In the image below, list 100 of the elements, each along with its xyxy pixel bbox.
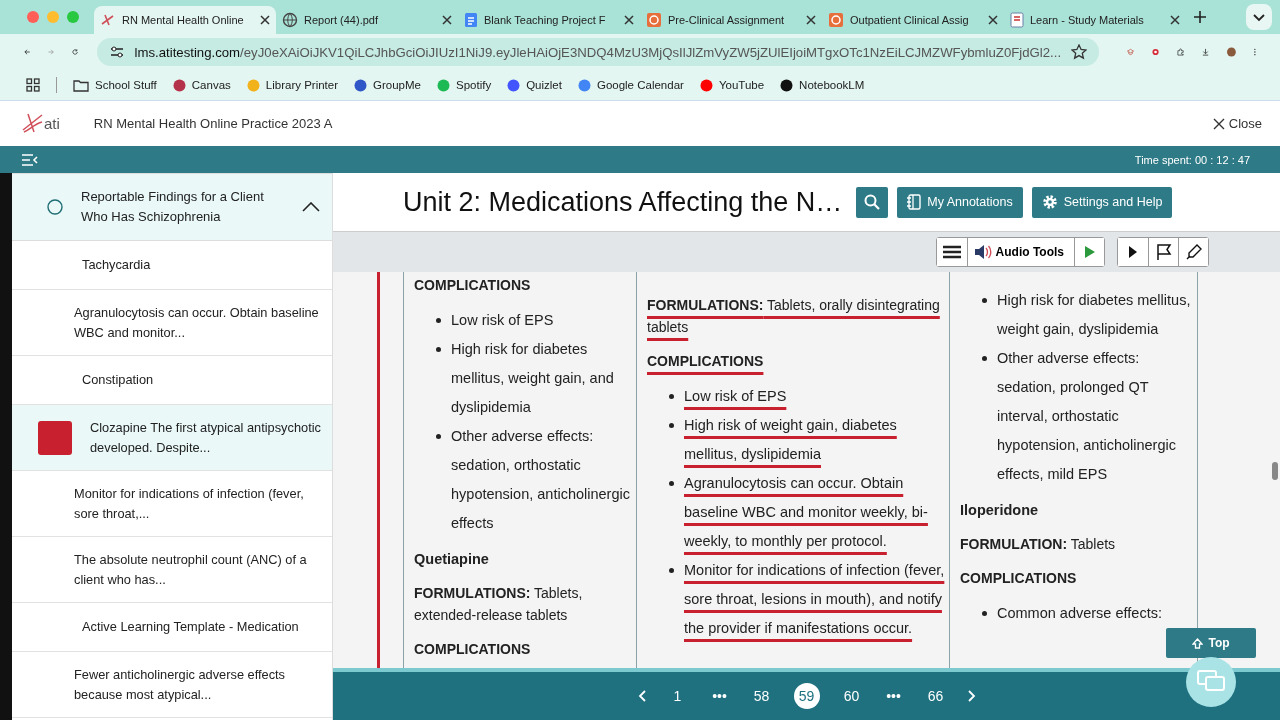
sidebar-item[interactable]: Tachycardia (12, 241, 332, 290)
bullet-icon (982, 298, 987, 303)
bookmark-link[interactable]: Quizlet (526, 79, 562, 91)
section-heading: COMPLICATIONS (960, 569, 1078, 588)
url-text: lms.atitesting.com/eyJ0eXAiOiJKV1QiLCJhbGciOiJIUzI1NiJ9.eyJleHAiOjE3NDQ4MzU3MjQsIlJlZmVyZW5jZUlEIjoiMTgxOTc1NzEiLCJMZWFybmluZ0FjdGl2... (134, 44, 1062, 60)
close-icon[interactable] (806, 15, 816, 25)
star-icon[interactable] (1071, 44, 1088, 60)
page-link[interactable]: ••• (709, 688, 730, 704)
close-icon[interactable] (988, 15, 998, 25)
bookmark-link[interactable]: School Stuff (95, 79, 157, 91)
chat-icon[interactable] (1186, 657, 1236, 707)
menu-icon (942, 245, 961, 259)
bookmark-link[interactable]: NotebookLM (799, 79, 865, 91)
bullet-text: High risk for diabetes mellitus, weight gain, dyslipidemia (997, 291, 1192, 339)
section-title: Reportable Findings for a Client Who Has Schizophrenia (81, 188, 265, 226)
grid-logo-icon (828, 12, 844, 28)
document-icon (464, 12, 478, 28)
search-button[interactable] (856, 186, 889, 218)
address-bar[interactable]: lms.atitesting.com/eyJ0eXAiOiJKV1QiLCJhbGciOiJIUzI1NiJ9.eyJleHAiOjE3NDQ4MzU3MjQsIlJlZmVyZW5jZUlEIjoiMTgxOTc1NzEiLCJMZWFybmluZ0FjdGl2... (96, 38, 1100, 66)
site-icon (354, 78, 368, 92)
annotations-button[interactable]: My Annotations (897, 186, 1023, 218)
close-icon[interactable] (624, 15, 634, 25)
close-icon[interactable] (442, 15, 452, 25)
bullet-icon (669, 394, 674, 399)
flag-icon (1155, 244, 1172, 260)
next-page-icon[interactable] (967, 690, 976, 702)
bullet-text: Other adverse effects: sedation, prolonged QT interval, orthostatic hypotension, anticholinergic effects, mild EPS (997, 349, 1177, 484)
page-link[interactable]: ••• (883, 688, 904, 704)
bullet-text: Low risk of EPS (451, 311, 554, 330)
close-button[interactable]: Close (1206, 115, 1268, 132)
close-icon[interactable] (260, 15, 270, 25)
section-heading: COMPLICATIONS (414, 276, 532, 295)
site-info-icon[interactable] (108, 45, 125, 59)
sidebar-item[interactable]: Active Learning Template - Medication (12, 603, 332, 652)
speaker-icon (973, 244, 992, 260)
site-icon (507, 78, 521, 92)
close-icon[interactable] (1170, 15, 1180, 25)
formulation-text: FORMULATIONS: Tablets, orally disintegrating tablets (647, 296, 941, 337)
page-link[interactable]: 60 (841, 688, 862, 704)
settings-button[interactable]: Settings and Help (1031, 186, 1173, 218)
browser-tab[interactable]: Pre-Clinical Assignment (640, 6, 822, 34)
browser-tab[interactable]: Learn - Study Materials (1004, 6, 1186, 34)
bookmark-link[interactable]: Library Printer (265, 79, 339, 91)
bookmark-link[interactable]: Spotify (455, 79, 492, 91)
browser-tab[interactable]: Blank Teaching Project F (458, 6, 640, 34)
previous-page-icon[interactable] (637, 690, 646, 702)
page-link[interactable]: 59 (793, 683, 820, 709)
new-tab-icon[interactable] (1194, 11, 1206, 23)
grid-logo-icon (646, 12, 662, 28)
sidebar-item[interactable]: Clozapine The first atypical antipsychotic developed. Despite... (12, 405, 332, 471)
pen-icon (1185, 244, 1202, 260)
page-link[interactable]: 58 (751, 688, 772, 704)
sidebar-section[interactable]: Reportable Findings for a Client Who Has Schizophrenia (12, 173, 332, 241)
bullet-text: Common adverse effects: (997, 604, 1162, 623)
bookmark-link[interactable]: GroupMe (373, 79, 421, 91)
tab-search-icon[interactable] (1246, 4, 1272, 30)
bookmark-link[interactable]: Google Calendar (596, 79, 684, 91)
course-title: RN Mental Health Online Practice 2023 A (93, 116, 333, 131)
bullet-text: High risk of weight gain, diabetes mellitus, dyslipidemia (684, 416, 898, 464)
play-icon (1129, 246, 1137, 258)
arrow-up-icon (1192, 637, 1204, 649)
browser-tab[interactable]: RN Mental Health Online (94, 6, 276, 34)
bullet-icon (982, 611, 987, 616)
bookmark-link[interactable]: YouTube (718, 79, 765, 91)
browser-tab[interactable]: Report (44).pdf (276, 6, 458, 34)
sidebar-item[interactable]: Agranulocytosis can occur. Obtain baseline WBC and monitor... (12, 290, 332, 356)
bullet-text: Low risk of EPS (684, 387, 787, 406)
scrollbar-thumb[interactable] (1272, 462, 1278, 480)
highlight-swatch (38, 420, 72, 455)
site-icon (436, 78, 450, 92)
bullet-icon (669, 568, 674, 573)
apps-grid-icon[interactable] (26, 78, 40, 92)
bullet-icon (436, 318, 441, 323)
settings-icon (1041, 194, 1058, 210)
bullet-icon (436, 347, 441, 352)
close-icon (1212, 117, 1225, 130)
page-link[interactable]: 1 (667, 688, 688, 704)
sidebar-item[interactable]: Fewer anticholinergic adverse effects because most atypical... (12, 652, 332, 718)
site-icon (699, 78, 713, 92)
circle-icon (47, 199, 63, 215)
bookmark-link[interactable]: Canvas (191, 79, 231, 91)
drug-name: Quetiapine (414, 550, 490, 569)
sidebar-item[interactable]: Monitor for indications of infection (fever, sore throat,... (12, 471, 332, 537)
time-spent: Time spent: 00 : 12 : 47 (1134, 153, 1250, 166)
page-link[interactable]: 66 (925, 688, 946, 704)
search-icon (864, 194, 881, 210)
browser-tab[interactable]: Outpatient Clinical Assig (822, 6, 1004, 34)
collapse-menu-icon[interactable] (22, 153, 38, 166)
top-button[interactable]: Top (1166, 628, 1256, 658)
bullet-icon (669, 481, 674, 486)
logo-text: ati (44, 115, 60, 132)
bullet-icon (669, 423, 674, 428)
site-icon (246, 78, 260, 92)
folder-icon (73, 78, 89, 92)
logo-icon (100, 12, 116, 28)
section-heading: COMPLICATIONS (647, 352, 765, 371)
sidebar-item[interactable]: The absolute neutrophil count (ANC) of a client who has... (12, 537, 332, 603)
chevron-up-icon[interactable] (302, 202, 320, 212)
highlighter-button[interactable] (1178, 238, 1208, 266)
site-icon (780, 78, 794, 92)
